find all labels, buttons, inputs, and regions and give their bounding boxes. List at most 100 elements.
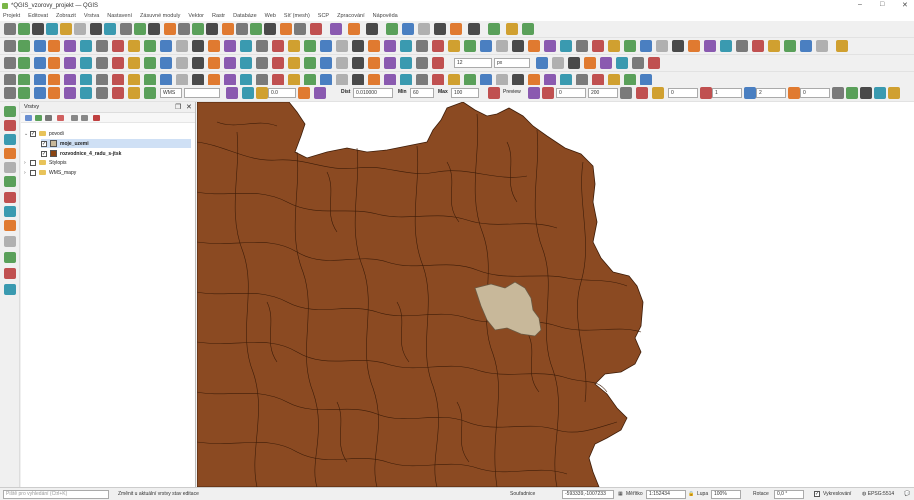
layer-checkbox[interactable]: ✓	[41, 140, 47, 147]
row3-tool-30-icon[interactable]	[568, 57, 580, 69]
row5-tool-24-icon[interactable]	[832, 87, 844, 99]
layer-checkbox[interactable]	[30, 169, 36, 176]
row1-tool-20-icon[interactable]	[294, 23, 306, 35]
menu-databaze[interactable]: Databáze	[233, 13, 257, 19]
layer-checkbox[interactable]	[30, 159, 36, 166]
row2-tool-51-icon[interactable]	[816, 40, 828, 52]
menu-sit[interactable]: Síť (mesh)	[284, 13, 310, 19]
expand-all-icon[interactable]	[71, 115, 78, 121]
row2-tool-10-icon[interactable]	[160, 40, 172, 52]
band-input-200[interactable]: 200	[588, 88, 618, 98]
layer-rozvodnice[interactable]: ✓ rozvodnice_4_radu_s-jtsk	[41, 149, 121, 158]
row2-tool-0-icon[interactable]	[4, 40, 16, 52]
row3-tool-12-icon[interactable]	[192, 57, 204, 69]
map-canvas[interactable]	[197, 102, 914, 487]
magnifier-input[interactable]: 100%	[711, 490, 741, 499]
left-tool-10-icon[interactable]	[4, 252, 16, 263]
row2-tool-52-icon[interactable]	[836, 40, 848, 52]
row2-tool-29-icon[interactable]	[464, 40, 476, 52]
band-input-0[interactable]: 0	[556, 88, 586, 98]
row3-tool-14-icon[interactable]	[224, 57, 236, 69]
row2-tool-5-icon[interactable]	[80, 40, 92, 52]
render-checkbox[interactable]: ✓	[814, 491, 820, 497]
row1-tool-8-icon[interactable]	[120, 23, 132, 35]
row2-tool-38-icon[interactable]	[608, 40, 620, 52]
row3-tool-27-icon[interactable]	[432, 57, 444, 69]
row2-tool-40-icon[interactable]	[640, 40, 652, 52]
row3-tool-21-icon[interactable]	[336, 57, 348, 69]
menu-scp[interactable]: SCP	[318, 13, 329, 19]
coords-input[interactable]: -593339,-1007233	[562, 490, 614, 499]
layer-group-wms-mapy[interactable]: › WMS_mapy	[24, 168, 76, 177]
row2-tool-23-icon[interactable]	[368, 40, 380, 52]
row1-tool-23-icon[interactable]	[348, 23, 360, 35]
max-input[interactable]: 100	[451, 88, 479, 98]
row2-tool-26-icon[interactable]	[416, 40, 428, 52]
row5-tool-2-icon[interactable]	[34, 87, 46, 99]
menu-zpracovani[interactable]: Zpracování	[337, 13, 365, 19]
row1-tool-25-icon[interactable]	[386, 23, 398, 35]
row5-tool-1-icon[interactable]	[18, 87, 30, 99]
row5-tool-21-icon[interactable]	[700, 87, 712, 99]
messages-icon[interactable]: 💬	[904, 491, 910, 497]
row5-tool-23-icon[interactable]	[788, 87, 800, 99]
opacity-input[interactable]: 0.0	[268, 88, 296, 98]
row2-tool-33-icon[interactable]	[528, 40, 540, 52]
layer-checkbox[interactable]: ✓	[41, 150, 47, 157]
left-tool-9-icon[interactable]	[4, 236, 16, 247]
rotation-input[interactable]: 0,0 °	[774, 490, 804, 499]
row2-tool-21-icon[interactable]	[336, 40, 348, 52]
row5-tool-14-icon[interactable]	[314, 87, 326, 99]
row5-tool-27-icon[interactable]	[874, 87, 886, 99]
row1-tool-26-icon[interactable]	[402, 23, 414, 35]
float-panel-icon[interactable]: ❐	[175, 103, 181, 111]
row3-tool-4-icon[interactable]	[64, 57, 76, 69]
row5-tool-7-icon[interactable]	[112, 87, 124, 99]
row3-tool-1-icon[interactable]	[18, 57, 30, 69]
row2-tool-14-icon[interactable]	[224, 40, 236, 52]
row2-tool-13-icon[interactable]	[208, 40, 220, 52]
row3-tool-28-icon[interactable]	[536, 57, 548, 69]
row1-tool-2-icon[interactable]	[32, 23, 44, 35]
row2-tool-7-icon[interactable]	[112, 40, 124, 52]
row2-tool-37-icon[interactable]	[592, 40, 604, 52]
row3-tool-2-icon[interactable]	[34, 57, 46, 69]
row2-tool-42-icon[interactable]	[672, 40, 684, 52]
row2-tool-41-icon[interactable]	[656, 40, 668, 52]
row5-tool-0-icon[interactable]	[4, 87, 16, 99]
row3-tool-32-icon[interactable]	[600, 57, 612, 69]
row2-tool-2-icon[interactable]	[34, 40, 46, 52]
row1-tool-11-icon[interactable]	[164, 23, 176, 35]
font-size-input[interactable]: 12	[454, 58, 492, 68]
left-tool-3-icon[interactable]	[4, 148, 16, 159]
row5-tool-8-icon[interactable]	[128, 87, 140, 99]
close-icon[interactable]: ✕	[902, 1, 908, 9]
row3-tool-24-icon[interactable]	[384, 57, 396, 69]
crs-button[interactable]: ◍ EPSG:5514	[862, 491, 894, 497]
row2-tool-34-icon[interactable]	[544, 40, 556, 52]
left-tool-12-icon[interactable]	[4, 284, 16, 295]
row1-tool-4-icon[interactable]	[60, 23, 72, 35]
row2-tool-3-icon[interactable]	[48, 40, 60, 52]
layer-moje-uzemi[interactable]: ✓ moje_uzemi	[41, 139, 191, 148]
minimize-icon[interactable]: –	[858, 1, 862, 8]
row2-tool-28-icon[interactable]	[448, 40, 460, 52]
dist-input[interactable]: 0.010000	[353, 88, 393, 98]
row2-tool-16-icon[interactable]	[256, 40, 268, 52]
menu-web[interactable]: Web	[265, 13, 276, 19]
row5-tool-3-icon[interactable]	[48, 87, 60, 99]
band-input-1[interactable]: 1	[712, 88, 742, 98]
row2-tool-20-icon[interactable]	[320, 40, 332, 52]
row2-tool-1-icon[interactable]	[18, 40, 30, 52]
row2-tool-49-icon[interactable]	[784, 40, 796, 52]
row1-tool-15-icon[interactable]	[222, 23, 234, 35]
row5-tool-28-icon[interactable]	[888, 87, 900, 99]
row5-tool-4-icon[interactable]	[64, 87, 76, 99]
row5-tool-22-icon[interactable]	[744, 87, 756, 99]
row1-tool-21-icon[interactable]	[310, 23, 322, 35]
row5-tool-18-icon[interactable]	[620, 87, 632, 99]
row1-tool-29-icon[interactable]	[450, 23, 462, 35]
left-tool-7-icon[interactable]	[4, 206, 16, 217]
row1-tool-3-icon[interactable]	[46, 23, 58, 35]
row2-tool-19-icon[interactable]	[304, 40, 316, 52]
